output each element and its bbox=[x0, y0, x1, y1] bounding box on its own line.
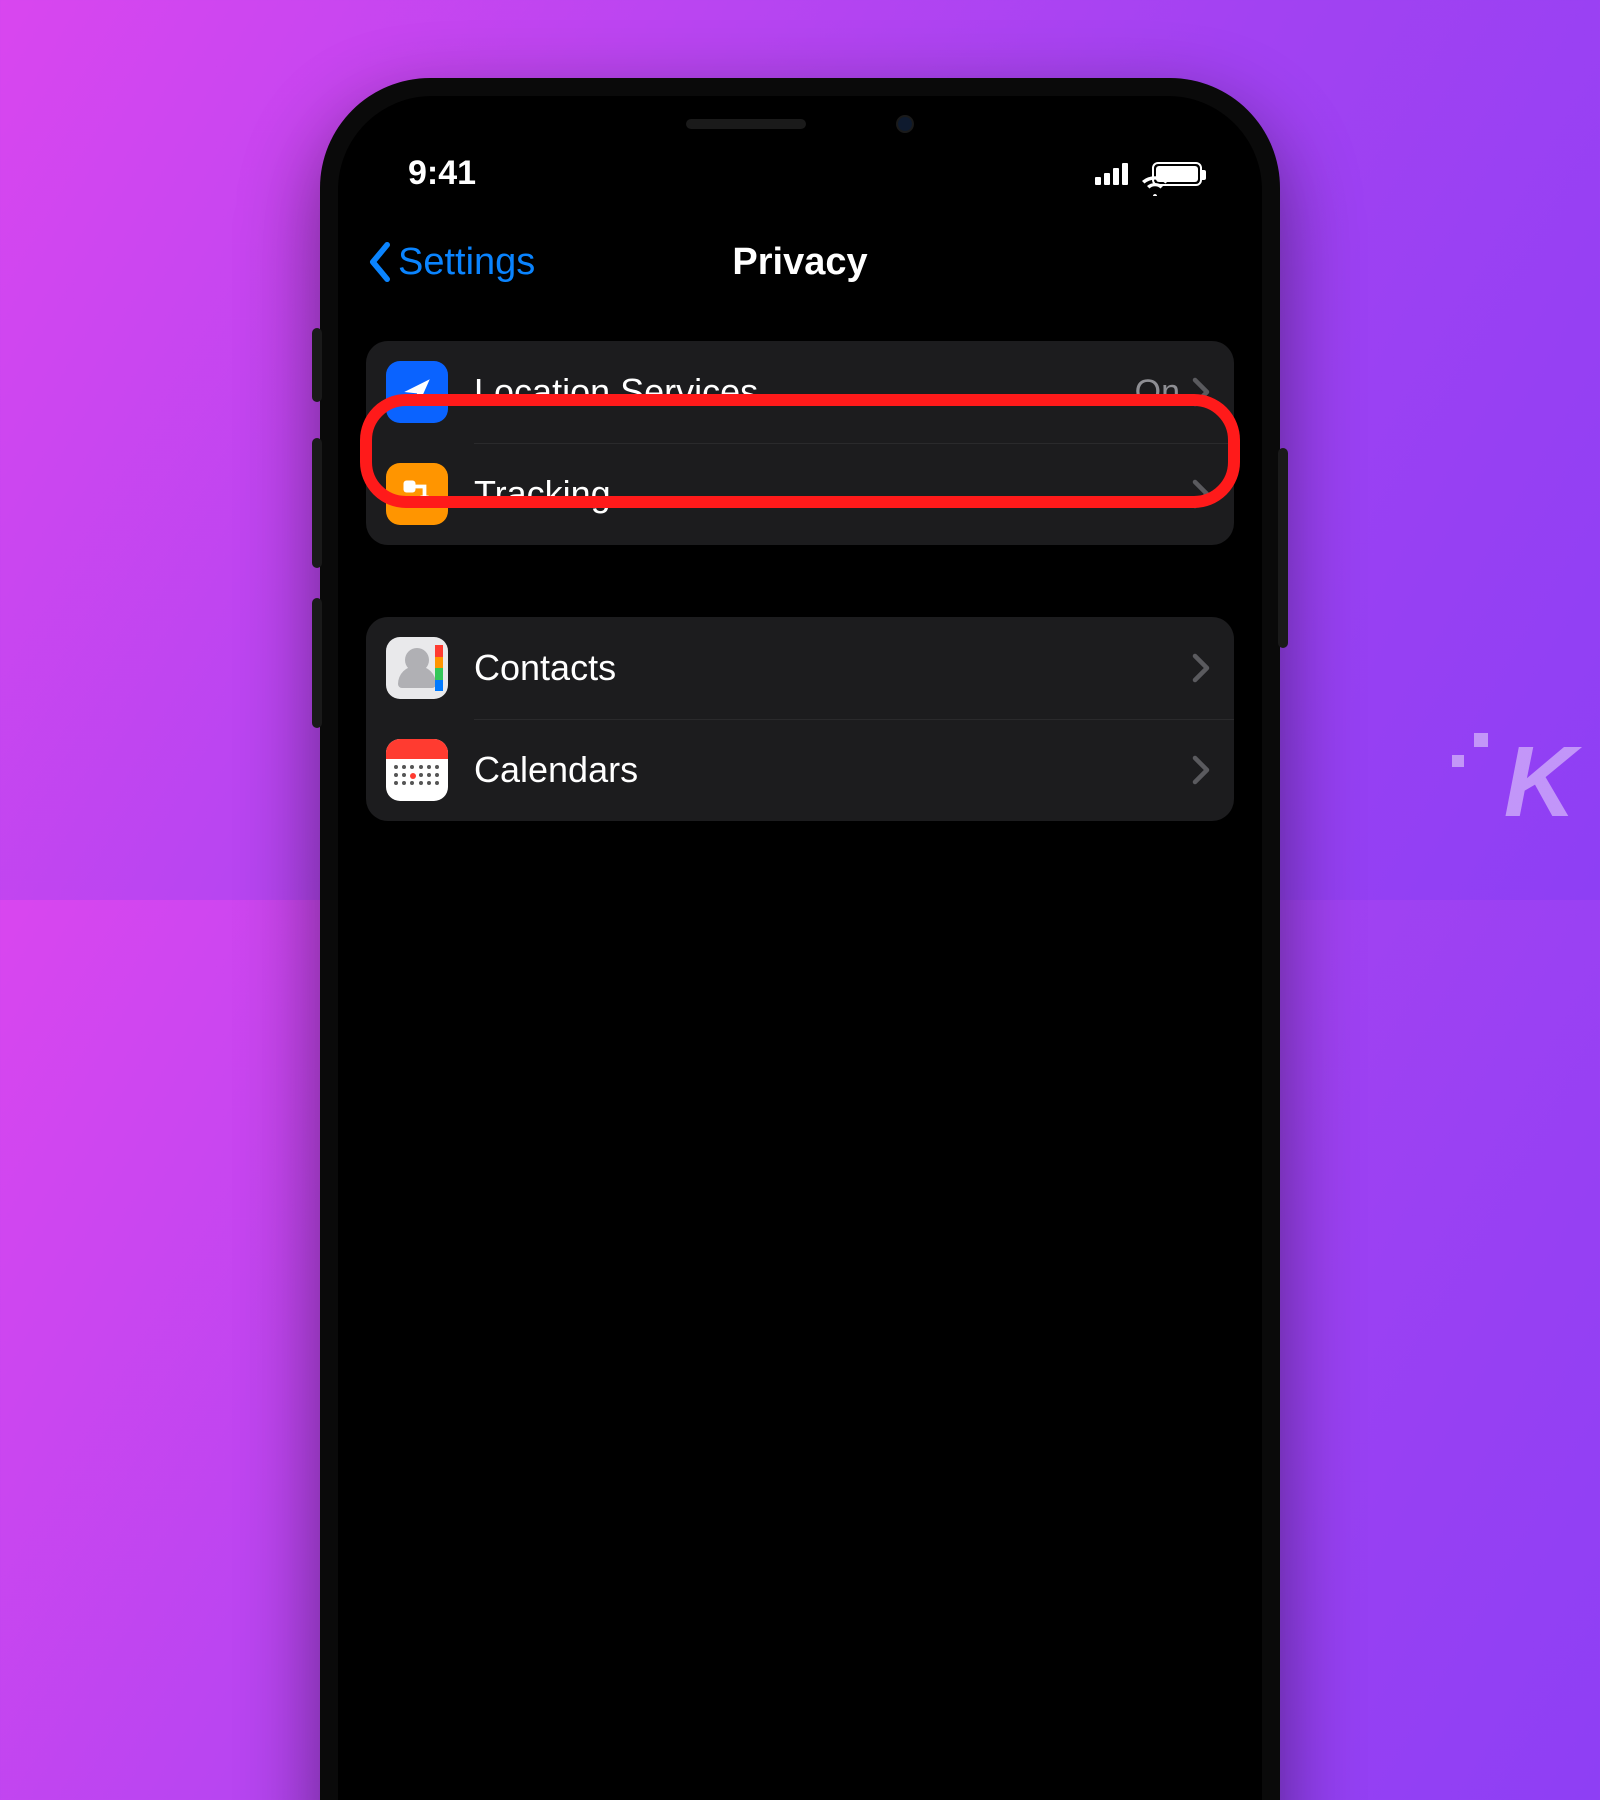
cellular-icon bbox=[1095, 163, 1128, 185]
phone-volume-up bbox=[312, 438, 322, 568]
phone-frame: 9:41 Settings Privacy bbox=[320, 78, 1280, 1800]
row-location-services[interactable]: Location Services On bbox=[366, 341, 1234, 443]
chevron-right-icon bbox=[1192, 653, 1210, 683]
phone-power-button bbox=[1278, 448, 1288, 648]
back-button[interactable]: Settings bbox=[368, 241, 535, 284]
row-contacts[interactable]: Contacts bbox=[366, 617, 1234, 719]
settings-group-1: Location Services On Tracking bbox=[366, 341, 1234, 545]
row-calendars[interactable]: Calendars bbox=[366, 719, 1234, 821]
front-camera-icon bbox=[896, 115, 914, 133]
chevron-right-icon bbox=[1192, 377, 1210, 407]
row-tracking[interactable]: Tracking bbox=[366, 443, 1234, 545]
settings-group-2: Contacts Calendars bbox=[366, 617, 1234, 821]
status-time: 9:41 bbox=[408, 154, 476, 193]
page-title: Privacy bbox=[732, 241, 867, 284]
watermark-logo: K bbox=[1504, 725, 1572, 840]
phone-mute-switch bbox=[312, 328, 322, 402]
speaker-icon bbox=[686, 119, 806, 129]
row-label: Location Services bbox=[474, 371, 1135, 413]
chevron-right-icon bbox=[1192, 755, 1210, 785]
row-label: Tracking bbox=[474, 473, 1192, 515]
chevron-right-icon bbox=[1192, 479, 1210, 509]
battery-icon bbox=[1152, 162, 1202, 186]
tracking-icon bbox=[386, 463, 448, 525]
chevron-left-icon bbox=[368, 242, 392, 282]
row-value: On bbox=[1135, 373, 1180, 412]
back-label: Settings bbox=[398, 241, 535, 284]
row-label: Contacts bbox=[474, 647, 1192, 689]
contacts-icon bbox=[386, 637, 448, 699]
nav-header: Settings Privacy bbox=[338, 193, 1262, 283]
phone-screen: 9:41 Settings Privacy bbox=[338, 96, 1262, 1800]
phone-volume-down bbox=[312, 598, 322, 728]
phone-notch bbox=[600, 96, 1000, 152]
location-icon bbox=[386, 361, 448, 423]
row-label: Calendars bbox=[474, 749, 1192, 791]
calendar-icon bbox=[386, 739, 448, 801]
